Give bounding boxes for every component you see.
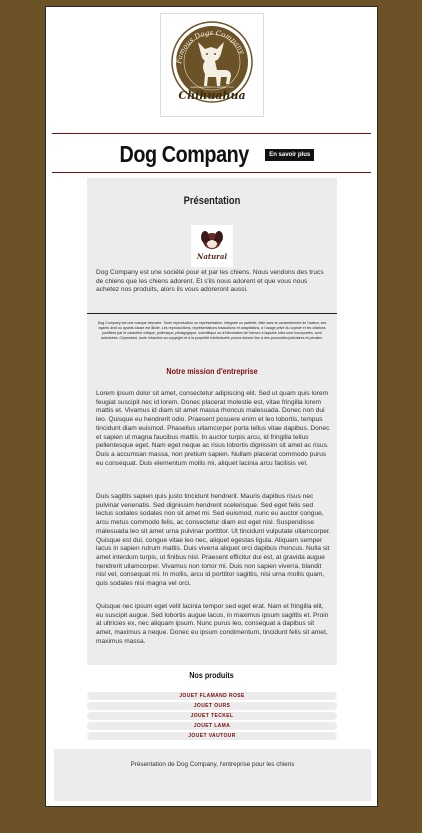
legal-notice: Dog Company est une marque déposée. Tout… xyxy=(97,321,327,340)
legal-divider xyxy=(87,313,337,314)
product-link-bear[interactable]: JOUET OURS xyxy=(87,702,337,710)
presentation-panel: Présentation Natural Dog Company est une… xyxy=(87,178,337,665)
header-divider-bottom xyxy=(52,172,371,173)
presentation-heading: Présentation xyxy=(183,195,241,207)
mission-paragraph: Quisque nec ipsum eget velit lacinia tem… xyxy=(96,603,329,645)
product-link-vulture[interactable]: JOUET VAUTOUR xyxy=(87,732,337,740)
company-logo[interactable]: Famous Dogs Company www.planetfamousdogs… xyxy=(160,13,264,117)
badge-text: Natural xyxy=(196,252,227,261)
header-divider-top xyxy=(52,133,371,134)
page-container: Famous Dogs Company www.planetfamousdogs… xyxy=(45,6,378,807)
product-link-dachshund[interactable]: JOUET TECKEL xyxy=(87,712,337,720)
learn-more-button[interactable]: En savoir plus xyxy=(265,149,315,161)
mission-heading: Notre mission d'entreprise xyxy=(166,366,258,376)
header-row: Dog Company En savoir plus xyxy=(46,140,377,168)
site-title: Dog Company xyxy=(119,140,249,167)
footer: Présentation de Dog Company, l'entrepris… xyxy=(54,749,371,801)
products-heading: Nos produits xyxy=(189,670,234,680)
logo-breed-text: Chihuahua xyxy=(178,89,245,102)
product-link-llama[interactable]: JOUET LAMA xyxy=(87,722,337,730)
footer-text: Présentation de Dog Company, l'entrepris… xyxy=(130,761,295,768)
natural-badge-image: Natural xyxy=(191,225,233,267)
mission-paragraph: Lorem ipsum dolor sit amet, consectetur … xyxy=(96,390,330,467)
mission-paragraph: Duis sagittis sapien quis justo tincidun… xyxy=(96,493,331,588)
presentation-intro: Dog Company est une société pour et par … xyxy=(96,269,324,294)
product-link-flamingo[interactable]: JOUET FLAMAND ROSE xyxy=(87,692,337,700)
